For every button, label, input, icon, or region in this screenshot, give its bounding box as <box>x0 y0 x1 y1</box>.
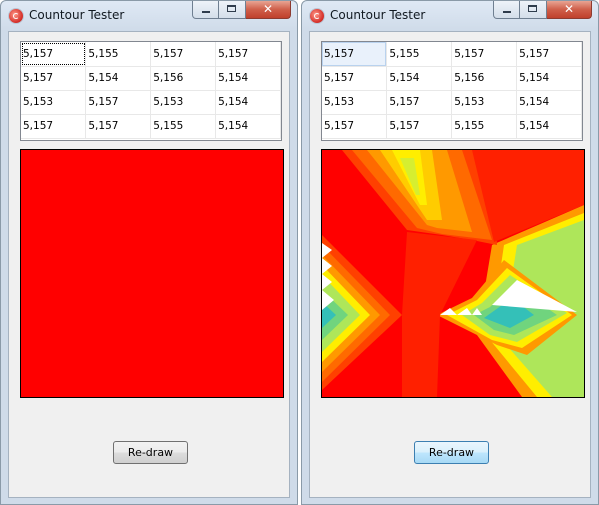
title-bar[interactable]: Countour Tester ✕ <box>302 1 598 31</box>
grid-row: 5,157 5,155 5,157 5,157 <box>322 42 582 67</box>
caption-buttons: ✕ <box>192 1 291 20</box>
grid-cell[interactable]: 5,157 <box>85 90 152 115</box>
window-title: Countour Tester <box>330 8 426 22</box>
grid-cell[interactable]: 5,157 <box>516 42 582 67</box>
grid-cell[interactable]: 5,154 <box>516 66 582 91</box>
grid-cell[interactable]: 5,154 <box>215 66 281 91</box>
window-right: Countour Tester ✕ 5,157 5,155 5,157 5,15… <box>301 0 599 505</box>
grid-cell[interactable]: 5,154 <box>215 90 281 115</box>
grid-row: 5,157 5,154 5,156 5,154 <box>322 66 582 91</box>
contour-plot <box>322 150 584 397</box>
redraw-button[interactable]: Re-draw <box>113 441 188 464</box>
grid-cell[interactable]: 5,154 <box>85 66 152 91</box>
grid-cell[interactable]: 5,157 <box>451 42 518 67</box>
caption-buttons: ✕ <box>493 1 592 20</box>
grid-row: 5,153 5,157 5,153 5,154 <box>21 90 281 115</box>
contour-canvas-blank <box>20 149 284 398</box>
client-area: 5,157 5,155 5,157 5,157 5,157 5,154 5,15… <box>309 31 591 498</box>
grid-cell[interactable]: 5,157 <box>21 42 87 67</box>
grid-cell[interactable]: 5,157 <box>386 114 453 139</box>
grid-cell[interactable]: 5,154 <box>386 66 453 91</box>
grid-row: 5,157 5,154 5,156 5,154 <box>21 66 281 91</box>
grid-cell[interactable]: 5,155 <box>451 114 518 139</box>
grid-cell[interactable]: 5,157 <box>215 42 281 67</box>
app-icon[interactable] <box>310 9 324 23</box>
grid-cell[interactable]: 5,155 <box>386 42 453 67</box>
grid-cell[interactable]: 5,156 <box>150 66 217 91</box>
grid-cell[interactable]: 5,155 <box>150 114 217 139</box>
redraw-button[interactable]: Re-draw <box>414 441 489 464</box>
grid-cell[interactable]: 5,157 <box>322 114 388 139</box>
grid-cell[interactable]: 5,157 <box>21 66 87 91</box>
grid-cell[interactable]: 5,153 <box>451 90 518 115</box>
close-icon: ✕ <box>563 2 575 16</box>
grid-row: 5,153 5,157 5,153 5,154 <box>322 90 582 115</box>
contour-canvas-plot <box>321 149 585 398</box>
title-bar[interactable]: Countour Tester ✕ <box>1 1 297 31</box>
grid-row: 5,157 5,157 5,155 5,154 <box>21 114 281 139</box>
grid-cell[interactable]: 5,153 <box>322 90 388 115</box>
grid-cell[interactable]: 5,157 <box>21 114 87 139</box>
grid-cell[interactable]: 5,155 <box>85 42 152 67</box>
window-title: Countour Tester <box>29 8 125 22</box>
grid-cell[interactable]: 5,154 <box>215 114 281 139</box>
close-button[interactable]: ✕ <box>547 1 592 19</box>
grid-row: 5,157 5,157 5,155 5,154 <box>322 114 582 139</box>
grid-cell[interactable]: 5,154 <box>516 90 582 115</box>
grid-cell[interactable]: 5,157 <box>150 42 217 67</box>
grid-cell[interactable]: 5,157 <box>322 66 388 91</box>
maximize-button[interactable] <box>219 1 246 19</box>
grid-cell[interactable]: 5,157 <box>386 90 453 115</box>
client-area: 5,157 5,155 5,157 5,157 5,157 5,154 5,15… <box>8 31 290 498</box>
close-icon: ✕ <box>262 2 274 16</box>
grid-cell[interactable]: 5,156 <box>451 66 518 91</box>
value-grid[interactable]: 5,157 5,155 5,157 5,157 5,157 5,154 5,15… <box>321 41 583 141</box>
minimize-button[interactable] <box>192 1 219 19</box>
window-left: Countour Tester ✕ 5,157 5,155 5,157 5,15… <box>0 0 298 505</box>
value-grid[interactable]: 5,157 5,155 5,157 5,157 5,157 5,154 5,15… <box>20 41 282 141</box>
app-icon[interactable] <box>9 9 23 23</box>
grid-cell[interactable]: 5,157 <box>85 114 152 139</box>
maximize-button[interactable] <box>520 1 547 19</box>
grid-cell[interactable]: 5,154 <box>516 114 582 139</box>
grid-cell[interactable]: 5,157 <box>322 42 388 67</box>
grid-cell[interactable]: 5,153 <box>21 90 87 115</box>
grid-cell[interactable]: 5,153 <box>150 90 217 115</box>
grid-row: 5,157 5,155 5,157 5,157 <box>21 42 281 67</box>
close-button[interactable]: ✕ <box>246 1 291 19</box>
minimize-button[interactable] <box>493 1 520 19</box>
